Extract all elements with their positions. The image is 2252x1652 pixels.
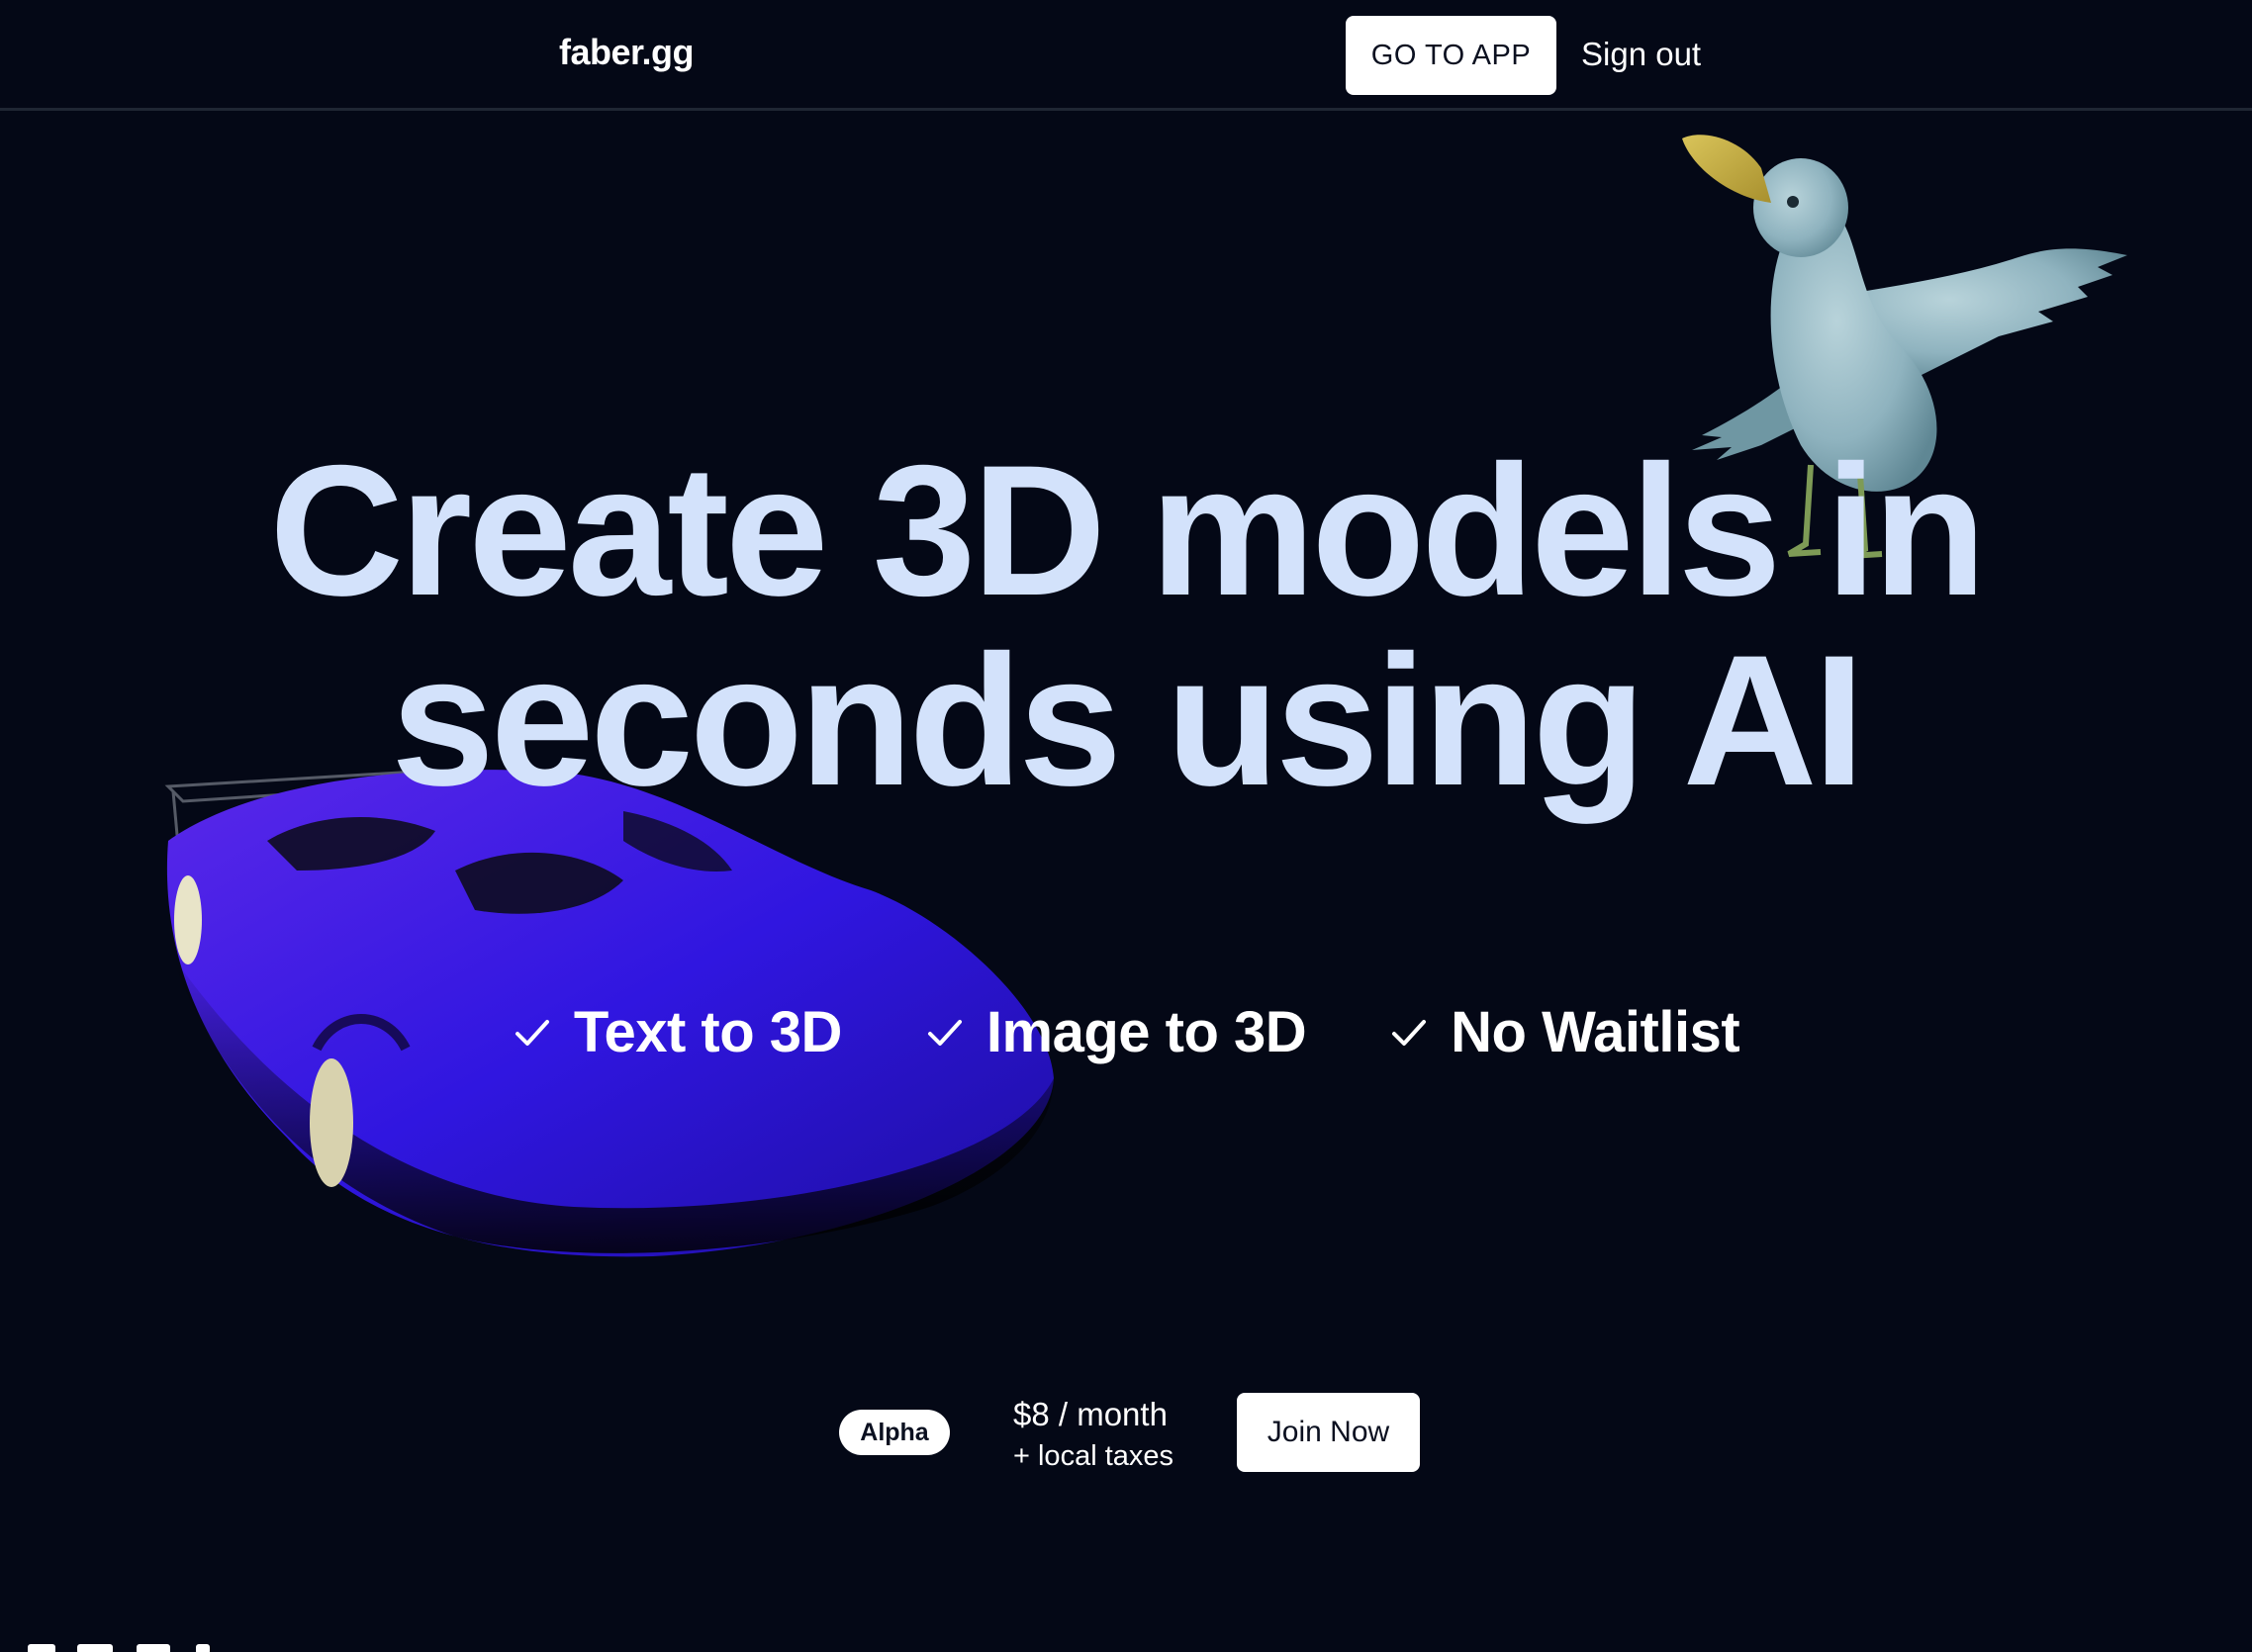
feature-text-to-3d: Text to 3D	[513, 999, 842, 1065]
check-icon	[1392, 1019, 1427, 1046]
go-to-app-button[interactable]: GO TO APP	[1346, 16, 1556, 95]
feature-image-to-3d: Image to 3D	[925, 999, 1307, 1065]
logo[interactable]: faber.gg	[559, 32, 695, 73]
price-taxes: + local taxes	[1013, 1440, 1174, 1472]
top-nav: faber.gg GO TO APP Sign out	[0, 0, 2252, 111]
join-now-button[interactable]: Join Now	[1237, 1393, 1420, 1472]
feature-label: Image to 3D	[985, 1000, 1307, 1064]
hero-title-line-1: Create 3D models in	[269, 426, 1986, 634]
hero-title: Create 3D models in seconds using AI	[0, 435, 2252, 815]
check-icon	[927, 1019, 962, 1046]
check-icon	[515, 1019, 549, 1046]
price-amount: $8 / month	[1013, 1396, 1168, 1432]
alpha-badge: Alpha	[839, 1410, 950, 1455]
feature-label: No Waitlist	[1451, 1000, 1740, 1064]
feature-list: Text to 3D Image to 3D No Waitlist	[0, 999, 2252, 1065]
feature-no-waitlist: No Waitlist	[1389, 999, 1740, 1065]
price-info: $8 / month + local taxes	[1013, 1393, 1173, 1476]
feature-label: Text to 3D	[573, 1000, 843, 1064]
landing-page: faber.gg GO TO APP Sign out Create 3D mo…	[0, 0, 2252, 1652]
hero-title-line-2: seconds using AI	[391, 616, 1865, 824]
next-section-heading-cutoff	[28, 1630, 226, 1652]
sign-out-link[interactable]: Sign out	[1581, 36, 1701, 73]
